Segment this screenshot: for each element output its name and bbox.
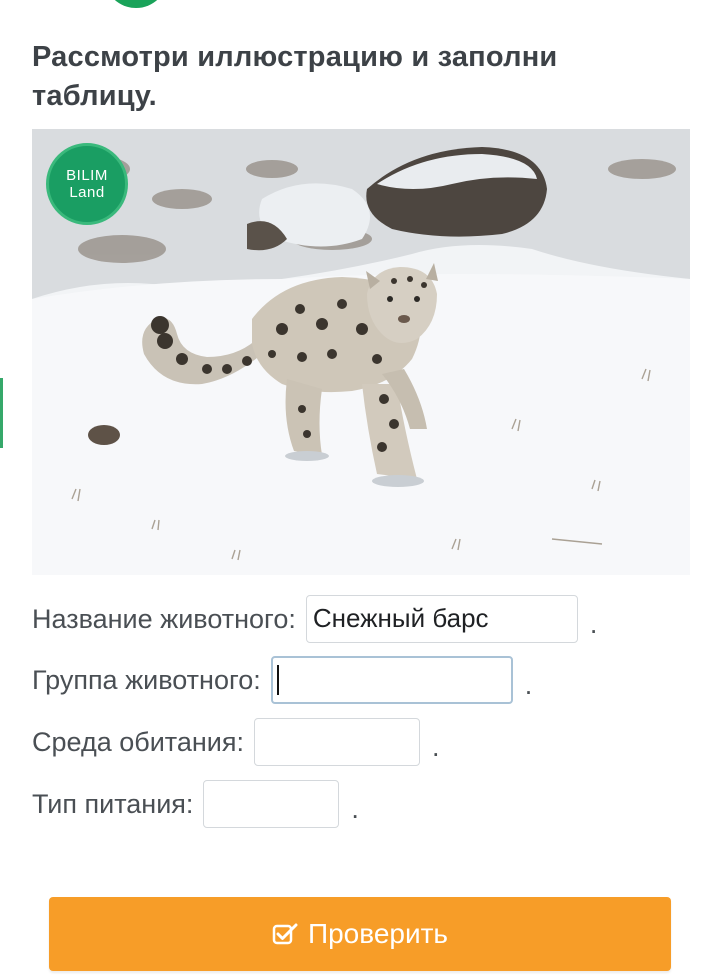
bilim-land-logo: BILIM Land (46, 143, 128, 225)
animal-group-period: . (524, 669, 533, 700)
logo-text-land: Land (69, 184, 105, 201)
habitat-input[interactable] (253, 718, 420, 766)
checkbox-check-icon (272, 922, 298, 946)
animal-name-label: Название животного: (32, 603, 296, 634)
logo-text-bilim: BILIM (66, 167, 108, 184)
animal-group-input[interactable] (270, 656, 513, 704)
animal-name-input[interactable]: Снежный барс (305, 595, 578, 643)
task-title: Рассмотри иллюстрацию и заполни таблицу. (32, 41, 558, 112)
habitat-row: Среда обитания: . (32, 718, 439, 766)
diet-type-input[interactable] (203, 780, 340, 828)
habitat-period: . (431, 731, 440, 762)
diet-type-period: . (351, 793, 359, 824)
habitat-label: Среда обитания: (32, 726, 244, 757)
animal-name-row: Название животного: Снежный барс . (32, 595, 597, 643)
text-caret (276, 665, 279, 696)
animal-group-label: Группа животного: (32, 664, 261, 695)
animal-name-period: . (589, 608, 598, 639)
check-button[interactable]: Проверить (49, 897, 671, 971)
diet-type-label: Тип питания: (32, 788, 194, 819)
snow-leopard-illustration: BILIM Land (32, 129, 690, 575)
check-button-label: Проверить (307, 918, 449, 949)
diet-type-row: Тип питания: . (32, 780, 359, 828)
animal-group-row: Группа животного: . (32, 656, 532, 704)
side-panel-handle[interactable] (0, 378, 3, 448)
header-logo-circle (104, 0, 168, 8)
snow-leopard-image (32, 129, 690, 575)
